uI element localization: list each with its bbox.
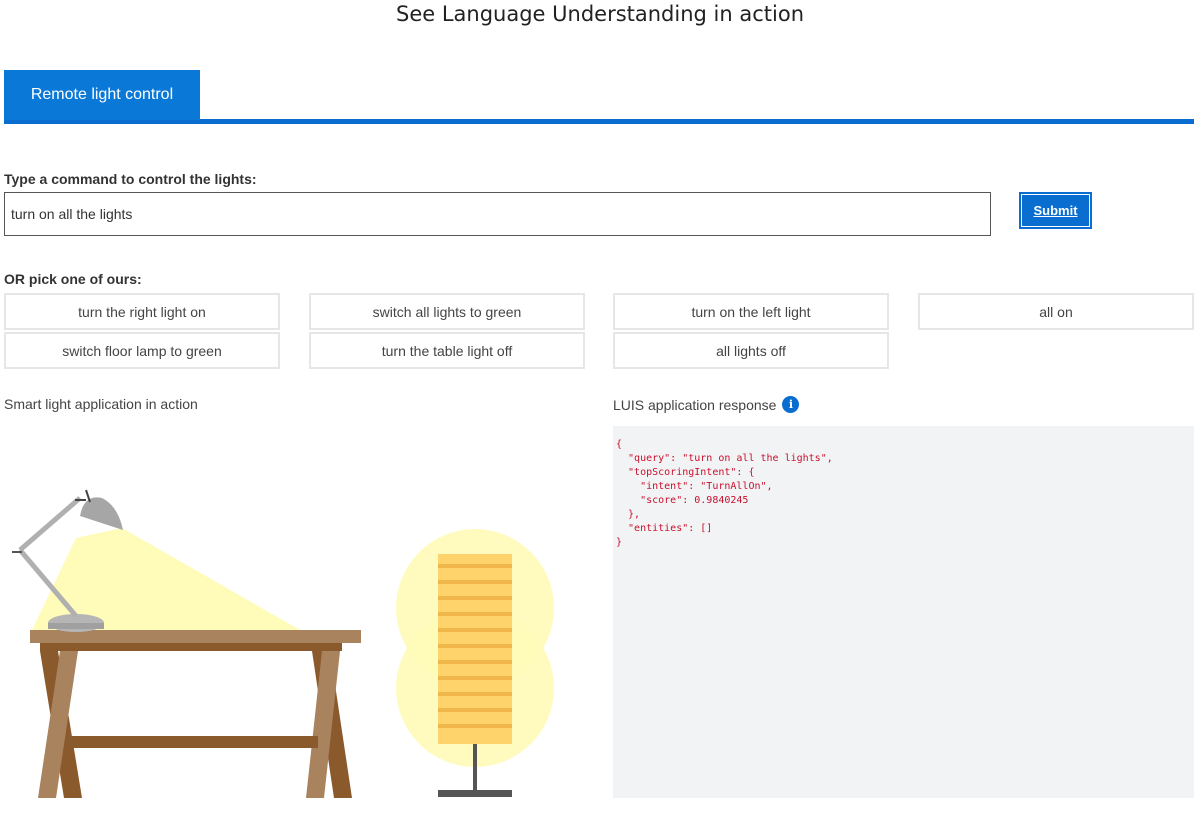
pick-label: OR pick one of ours: [4, 271, 142, 287]
pick-option-button[interactable]: turn on the left light [613, 293, 889, 330]
luis-label: LUIS application response i [613, 396, 800, 413]
command-label: Type a command to control the lights: [4, 171, 257, 187]
luis-response-json: { "query": "turn on all the lights", "to… [616, 439, 833, 548]
pick-option-button[interactable]: turn the table light off [309, 332, 585, 369]
info-icon[interactable]: i [782, 396, 800, 413]
luis-response-panel: { "query": "turn on all the lights", "to… [613, 426, 1194, 798]
smart-light-label: Smart light application in action [4, 396, 198, 412]
pick-option-button[interactable]: switch all lights to green [309, 293, 585, 330]
command-input[interactable] [4, 192, 991, 236]
pick-option-button[interactable]: all on [918, 293, 1194, 330]
luis-label-text: LUIS application response [613, 396, 777, 413]
pick-option-button[interactable]: switch floor lamp to green [4, 332, 280, 369]
pick-option-button[interactable]: all lights off [613, 332, 889, 369]
submit-button[interactable]: Submit [1019, 192, 1092, 229]
floor-lamp [396, 529, 554, 797]
page-title: See Language Understanding in action [395, 2, 804, 26]
smart-light-scene [12, 489, 554, 798]
table-illustration [30, 630, 361, 798]
pick-option-button[interactable]: turn the right light on [4, 293, 280, 330]
tab-bar: Remote light control [4, 70, 1194, 124]
tab-remote-light-control[interactable]: Remote light control [4, 70, 200, 120]
